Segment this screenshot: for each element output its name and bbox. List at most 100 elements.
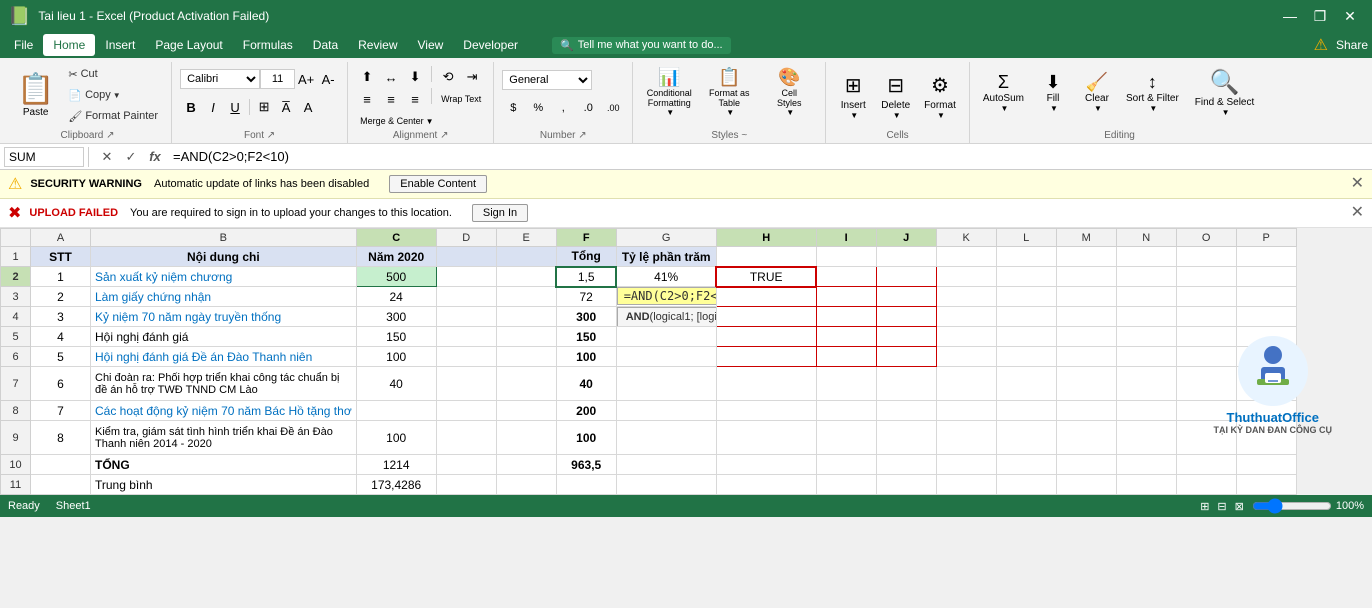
border-button[interactable]: ⊞: [253, 96, 275, 118]
cell-E4[interactable]: [496, 307, 556, 327]
cell-K6[interactable]: [936, 347, 996, 367]
cell-H4[interactable]: [716, 307, 816, 327]
cell-I1[interactable]: [816, 247, 876, 267]
autosum-button[interactable]: Σ AutoSum ▼: [978, 64, 1029, 120]
cell-L6[interactable]: [996, 347, 1056, 367]
cell-M2[interactable]: [1056, 267, 1116, 287]
cell-N8[interactable]: [1116, 401, 1176, 421]
cell-C11[interactable]: 173,4286: [356, 475, 436, 495]
cell-I5[interactable]: [816, 327, 876, 347]
menu-insert[interactable]: Insert: [95, 34, 145, 56]
decrease-decimal-button[interactable]: .00: [602, 97, 624, 119]
cell-F2[interactable]: 1,5: [556, 267, 616, 287]
cell-I9[interactable]: [816, 421, 876, 455]
cell-D5[interactable]: [436, 327, 496, 347]
cell-L10[interactable]: [996, 455, 1056, 475]
cell-D1[interactable]: [436, 247, 496, 267]
cell-C4[interactable]: 300: [356, 307, 436, 327]
italic-button[interactable]: I: [202, 96, 224, 118]
cell-B7[interactable]: Chi đoàn ra: Phối hợp triển khai công tá…: [91, 367, 357, 401]
cell-O4[interactable]: [1176, 307, 1236, 327]
cell-D3[interactable]: [436, 287, 496, 307]
align-right-button[interactable]: ≡: [404, 88, 426, 110]
cell-F4[interactable]: 300: [556, 307, 616, 327]
zoom-slider[interactable]: [1252, 498, 1332, 514]
cell-M6[interactable]: [1056, 347, 1116, 367]
cell-E9[interactable]: [496, 421, 556, 455]
cut-button[interactable]: ✂ Cut: [63, 65, 163, 84]
number-expand-icon[interactable]: ↗: [578, 130, 586, 141]
cell-C2[interactable]: 500: [356, 267, 436, 287]
clear-button[interactable]: 🧹 Clear ▼: [1077, 64, 1117, 120]
cell-F5[interactable]: 150: [556, 327, 616, 347]
cell-L11[interactable]: [996, 475, 1056, 495]
formula-cancel-button[interactable]: ✕: [97, 147, 117, 167]
sheet-area[interactable]: A B C D E F G H I J K L M N O P: [0, 228, 1372, 495]
cell-P2[interactable]: [1236, 267, 1296, 287]
cell-B11[interactable]: Trung bình: [91, 475, 357, 495]
cell-A1[interactable]: STT: [31, 247, 91, 267]
view-pagebreak-icon[interactable]: ⊠: [1235, 500, 1244, 513]
indent-button[interactable]: ⇥: [461, 66, 483, 88]
cell-I10[interactable]: [816, 455, 876, 475]
cell-B2[interactable]: Sản xuất kỷ niệm chương: [91, 267, 357, 287]
col-header-N[interactable]: N: [1116, 229, 1176, 247]
cell-C8[interactable]: [356, 401, 436, 421]
cell-E3[interactable]: [496, 287, 556, 307]
cell-H6[interactable]: [716, 347, 816, 367]
cell-E10[interactable]: [496, 455, 556, 475]
percent-button[interactable]: %: [527, 97, 549, 119]
col-header-F[interactable]: F: [556, 229, 616, 247]
formula-confirm-button[interactable]: ✓: [121, 147, 141, 167]
cell-H2[interactable]: TRUE: [716, 267, 816, 287]
cell-E1[interactable]: [496, 247, 556, 267]
minimize-button[interactable]: —: [1276, 2, 1304, 30]
cell-F3[interactable]: 72: [556, 287, 616, 307]
col-header-J[interactable]: J: [876, 229, 936, 247]
menu-home[interactable]: Home: [43, 34, 95, 56]
cell-J9[interactable]: [876, 421, 936, 455]
cell-B4[interactable]: Kỷ niệm 70 năm ngày truyền thống: [91, 307, 357, 327]
cell-E7[interactable]: [496, 367, 556, 401]
clipboard-expand-icon[interactable]: ↗: [106, 130, 114, 141]
cell-O11[interactable]: [1176, 475, 1236, 495]
cell-N2[interactable]: [1116, 267, 1176, 287]
cell-C6[interactable]: 100: [356, 347, 436, 367]
cell-D8[interactable]: [436, 401, 496, 421]
cell-A3[interactable]: 2: [31, 287, 91, 307]
cell-C3[interactable]: 24: [356, 287, 436, 307]
copy-button[interactable]: 📄 Copy ▼: [63, 86, 163, 105]
format-painter-button[interactable]: 🖌 Format Painter: [63, 107, 163, 126]
font-size-input[interactable]: [260, 69, 295, 89]
cell-H11[interactable]: [716, 475, 816, 495]
text-direction-button[interactable]: ⟲: [437, 66, 459, 88]
help-search[interactable]: 🔍 Tell me what you want to do...: [552, 37, 731, 54]
cell-M5[interactable]: [1056, 327, 1116, 347]
cell-D10[interactable]: [436, 455, 496, 475]
sign-in-button[interactable]: Sign In: [472, 204, 528, 222]
cell-J3[interactable]: [876, 287, 936, 307]
cell-styles-button[interactable]: 🎨 CellStyles ▼: [761, 63, 817, 121]
cell-J1[interactable]: [876, 247, 936, 267]
paste-button[interactable]: 📋 Paste: [12, 69, 59, 121]
cell-E5[interactable]: [496, 327, 556, 347]
cell-A4[interactable]: 3: [31, 307, 91, 327]
cell-A10[interactable]: [31, 455, 91, 475]
cell-K3[interactable]: [936, 287, 996, 307]
cell-N7[interactable]: [1116, 367, 1176, 401]
bold-button[interactable]: B: [180, 96, 202, 118]
delete-button[interactable]: ⊟ Delete ▼: [876, 62, 915, 123]
restore-button[interactable]: ❐: [1306, 2, 1334, 30]
cell-I4[interactable]: [816, 307, 876, 327]
cell-G8[interactable]: [616, 401, 716, 421]
menu-formulas[interactable]: Formulas: [233, 34, 303, 56]
cell-A7[interactable]: 6: [31, 367, 91, 401]
font-color-button[interactable]: A: [297, 96, 319, 118]
cell-M10[interactable]: [1056, 455, 1116, 475]
cell-B1[interactable]: Nội dung chi: [91, 247, 357, 267]
cell-K5[interactable]: [936, 327, 996, 347]
cell-O2[interactable]: [1176, 267, 1236, 287]
cell-G5[interactable]: [616, 327, 716, 347]
cell-N9[interactable]: [1116, 421, 1176, 455]
name-box[interactable]: [4, 147, 84, 167]
